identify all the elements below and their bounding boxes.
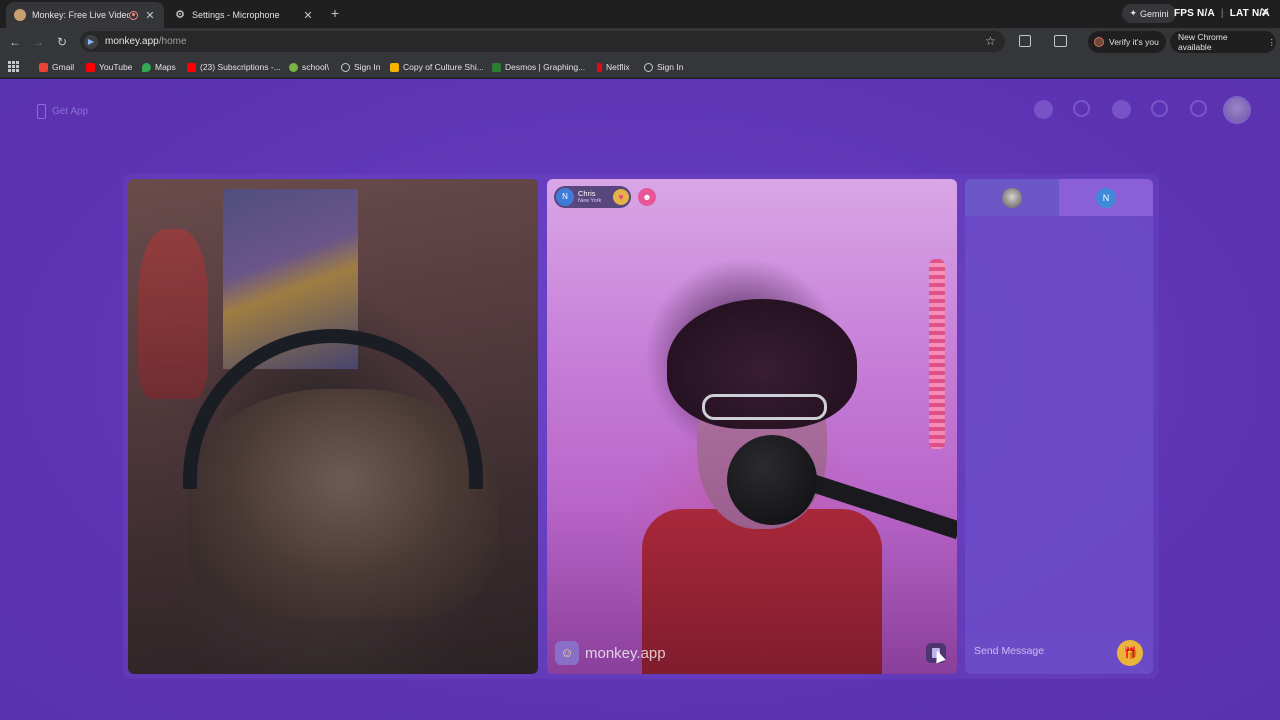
bookmark-youtube[interactable]: YouTube: [86, 61, 132, 73]
chat-tab-self[interactable]: [965, 179, 1059, 216]
close-tab-icon[interactable]: ✕: [302, 9, 314, 22]
microphone: [727, 435, 817, 525]
slides-icon: [390, 62, 399, 72]
fps-latency-overlay: FPS N/A | LAT N/A: [1174, 8, 1270, 19]
gmail-icon: [39, 62, 48, 72]
youtube-icon: [86, 62, 95, 72]
peer-video-feed: [547, 179, 957, 674]
hanging-hat: [138, 229, 208, 399]
monkey-favicon-icon: [14, 9, 26, 21]
url-text[interactable]: monkey.app/home: [105, 36, 187, 47]
chat-bubble-icon[interactable]: [1190, 100, 1207, 117]
peer-location: New York: [578, 197, 602, 204]
lat-label: LAT: [1229, 8, 1249, 19]
gemini-button[interactable]: ✦ Gemini: [1122, 4, 1176, 23]
tinsel-decoration: [929, 259, 945, 449]
tab-title: Monkey: Free Live Video Ch: [32, 10, 129, 20]
window-close-icon[interactable]: ✕: [1260, 5, 1270, 19]
apps-grid-icon[interactable]: [8, 61, 19, 72]
bookmark-school[interactable]: school\: [289, 61, 329, 73]
get-app-button[interactable]: Get App: [37, 101, 88, 121]
camera-permission-icon[interactable]: ▶: [84, 35, 98, 49]
peer-avatar: N: [1096, 187, 1116, 208]
bookmark-sign-in[interactable]: Sign In: [341, 61, 380, 73]
bookmark-netflix[interactable]: Netflix: [597, 61, 630, 73]
self-video-feed: [128, 179, 538, 674]
profile-avatar-icon: [1094, 37, 1104, 47]
fps-label: FPS: [1174, 8, 1195, 19]
watermark-text: monkey.app: [585, 644, 666, 662]
bookmark-subscriptions[interactable]: (23) Subscriptions -...: [187, 61, 281, 73]
fps-value: N/A: [1197, 8, 1215, 19]
tab-monkey[interactable]: Monkey: Free Live Video Ch ✕: [6, 2, 164, 28]
get-app-label: Get App: [52, 105, 89, 117]
forward-arrow-icon[interactable]: →: [31, 35, 45, 49]
search-icon[interactable]: [1073, 100, 1090, 117]
peer-shirt: [642, 509, 882, 674]
chat-panel: N Send Message 🎁: [965, 179, 1153, 674]
bookmark-maps[interactable]: Maps: [142, 61, 176, 73]
globe-icon: [644, 62, 653, 72]
tab-title: Settings - Microphone: [192, 10, 280, 20]
user-avatar[interactable]: [1223, 96, 1251, 124]
peer-badge-icon[interactable]: ☻: [638, 188, 656, 206]
sparkle-icon: ✦: [1129, 8, 1138, 18]
monkey-logo-icon: ☺: [555, 641, 579, 665]
new-tab-button[interactable]: +: [328, 5, 342, 21]
menu-dots-icon[interactable]: ⋮: [1268, 37, 1277, 48]
verify-identity-button[interactable]: Verify it's you: [1088, 31, 1166, 53]
address-bar[interactable]: [80, 31, 1005, 52]
new-chrome-label: New Chrome available: [1178, 32, 1228, 52]
maps-icon: [142, 62, 151, 72]
gift-icon[interactable]: 🎁: [1117, 640, 1143, 666]
peer-name: Chris: [578, 188, 596, 198]
message-placeholder: Send Message: [974, 645, 1045, 657]
heart-icon[interactable]: ♥: [613, 189, 629, 205]
bookmark-desmos[interactable]: Desmos | Graphing...: [492, 61, 585, 73]
extensions-icon[interactable]: [1019, 35, 1031, 47]
peer-info-tag[interactable]: N Chris New York ♥: [554, 186, 631, 208]
coins-icon[interactable]: [1112, 100, 1131, 119]
monkey-watermark: ☺ monkey.app: [555, 641, 666, 665]
settings-gear-icon: ⚙: [175, 9, 185, 21]
leaf-icon: [289, 62, 298, 72]
cast-icon[interactable]: [1054, 35, 1067, 47]
bookmark-sign-in-2[interactable]: Sign In: [644, 61, 683, 73]
netflix-icon: [597, 62, 602, 72]
history-icon[interactable]: [1151, 100, 1168, 117]
chat-tabs: N: [965, 179, 1153, 216]
url-host: monkey.app: [105, 36, 159, 47]
bookmark-gmail[interactable]: Gmail: [39, 61, 74, 73]
close-tab-icon[interactable]: ✕: [144, 9, 156, 22]
phone-icon: [37, 103, 46, 119]
tab-settings-microphone[interactable]: ⚙ Settings - Microphone ✕: [166, 2, 322, 28]
peer-glasses: [702, 394, 827, 420]
chat-tab-peer[interactable]: N: [1059, 179, 1153, 216]
youtube-icon: [187, 62, 196, 72]
reload-icon[interactable]: ↻: [55, 35, 69, 49]
send-message-input[interactable]: Send Message 🎁: [965, 632, 1153, 674]
verify-label: Verify it's you: [1109, 37, 1159, 47]
gemini-label: Gemini: [1140, 8, 1169, 19]
desmos-icon: [492, 62, 501, 72]
back-arrow-icon[interactable]: ←: [8, 35, 22, 49]
bookmark-star-icon[interactable]: ☆: [985, 34, 996, 48]
globe-icon: [341, 62, 350, 72]
shop-icon[interactable]: [1034, 100, 1053, 119]
new-chrome-available-button[interactable]: New Chrome available ⋮: [1170, 31, 1276, 53]
self-avatar: [1002, 187, 1022, 208]
peer-initial-avatar: N: [556, 188, 574, 206]
recording-icon: [129, 10, 138, 20]
bookmark-culture-shock[interactable]: Copy of Culture Shi...: [390, 61, 484, 73]
url-path: /home: [158, 36, 187, 47]
